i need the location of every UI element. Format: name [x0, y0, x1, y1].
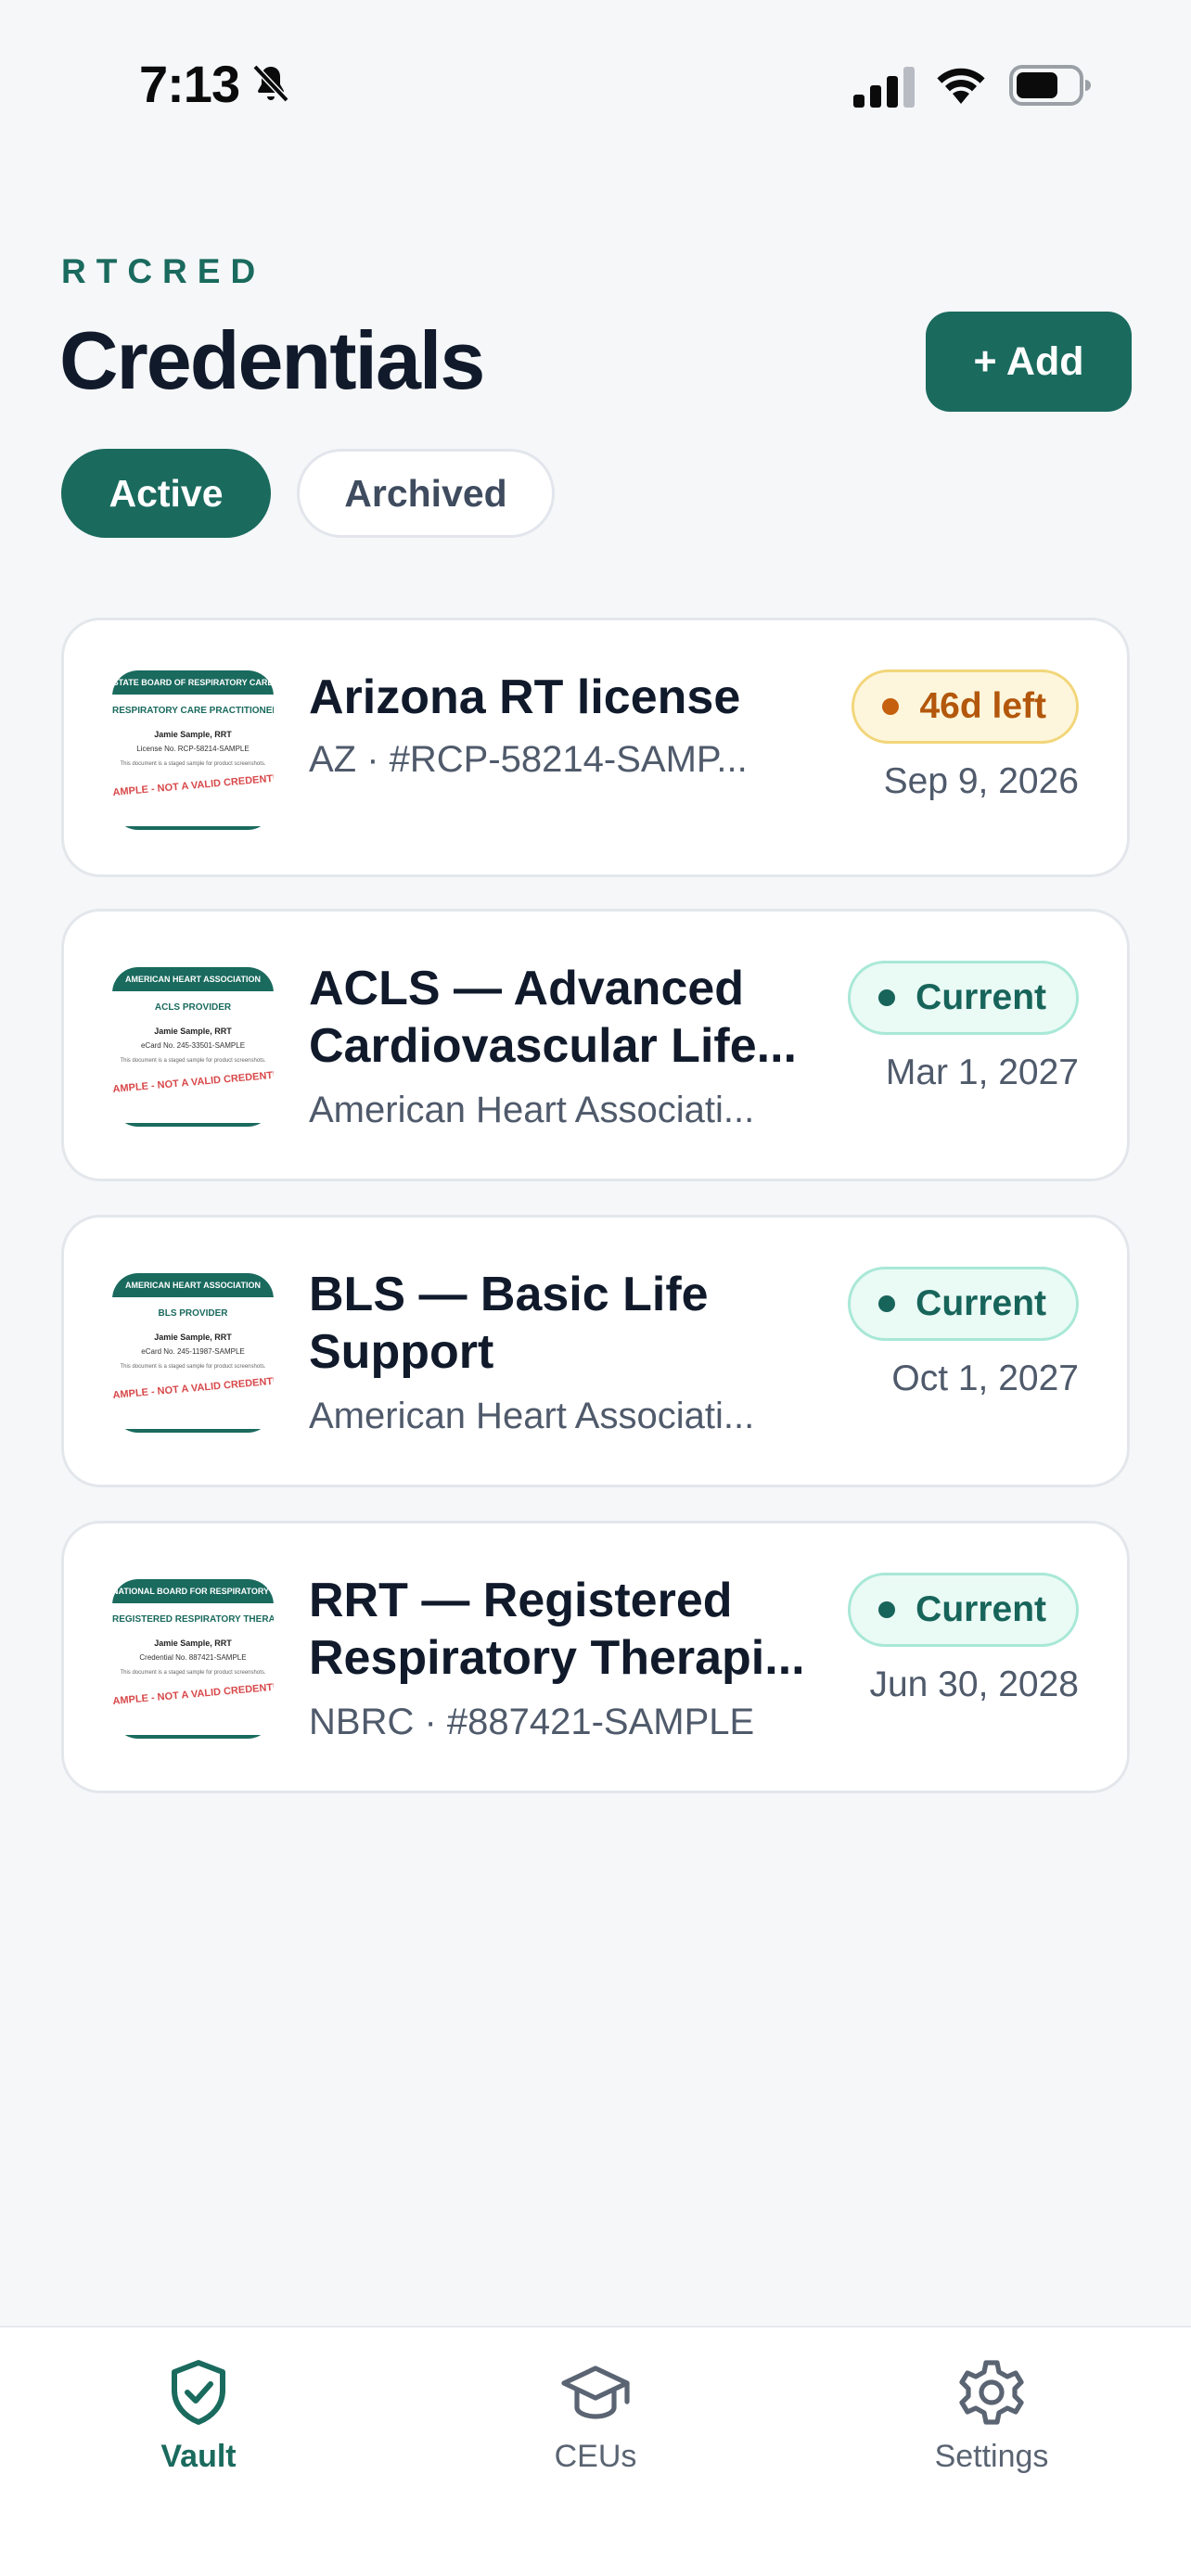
- thumbnail-fine-print: This document is a staged sample for pro…: [120, 1364, 266, 1370]
- status-badge-label: Current: [916, 1283, 1046, 1323]
- thumbnail-sample-stamp: SAMPLE - NOT A VALID CREDENTIAL: [112, 1374, 274, 1402]
- thumbnail-header: STATE BOARD OF RESPIRATORY CARE: [112, 670, 274, 695]
- bottom-tab-bar: Vault CEUs Settings: [0, 2326, 1191, 2576]
- expiration-date: Mar 1, 2027: [885, 1052, 1079, 1092]
- thumbnail-name: Jamie Sample, RRT: [154, 730, 232, 739]
- thumbnail-number: Credential No. 887421-SAMPLE: [139, 1653, 247, 1662]
- thumbnail-fine-print: This document is a staged sample for pro…: [120, 761, 266, 767]
- gear-icon: [959, 2360, 1024, 2425]
- credential-thumbnail: AMERICAN HEART ASSOCIATION ACLS PROVIDER…: [112, 967, 274, 1127]
- tab-active[interactable]: Active: [61, 449, 271, 538]
- expiration-date: Jun 30, 2028: [869, 1664, 1079, 1704]
- add-credential-button[interactable]: + Add: [926, 312, 1132, 412]
- thumbnail-name: Jamie Sample, RRT: [154, 1639, 232, 1648]
- nav-item-ceus[interactable]: CEUs: [484, 2355, 707, 2475]
- credential-subtitle: AZ · #RCP-58214-SAMP...: [309, 739, 748, 780]
- battery-icon: [1009, 65, 1091, 106]
- thumbnail-name: Jamie Sample, RRT: [154, 1333, 232, 1342]
- credential-subtitle: American Heart Associati...: [309, 1396, 755, 1436]
- thumbnail-subtitle: BLS PROVIDER: [158, 1308, 228, 1319]
- thumbnail-sample-stamp: SAMPLE - NOT A VALID CREDENTIAL: [112, 772, 274, 799]
- credential-title: BLS — Basic Life Support: [309, 1268, 709, 1379]
- status-badge-label: 46d left: [919, 686, 1046, 726]
- status-dot: [882, 698, 900, 715]
- thumbnail-subtitle: RESPIRATORY CARE PRACTITIONER LICENSE: [112, 706, 274, 716]
- credential-title: RRT — Registered Respiratory Therapi...: [309, 1574, 805, 1685]
- thumbnail-number: eCard No. 245-33501-SAMPLE: [140, 1041, 246, 1050]
- credential-title: Arizona RT license: [309, 670, 741, 724]
- status-badge-current: Current: [848, 1267, 1079, 1341]
- thumbnail-footer-line: [120, 1123, 266, 1127]
- nav-label-settings: Settings: [934, 2439, 1049, 2474]
- thumbnail-fine-print: This document is a staged sample for pro…: [120, 1058, 266, 1064]
- thumbnail-footer-line: [120, 1735, 266, 1739]
- thumbnail-name: Jamie Sample, RRT: [154, 1027, 232, 1036]
- credentials-screen: 7:13 RTCRED Credentials + Add Active Arc…: [0, 0, 1191, 2576]
- credential-thumbnail: NATIONAL BOARD FOR RESPIRATORY CARE REGI…: [112, 1579, 274, 1739]
- thumbnail-subtitle: ACLS PROVIDER: [154, 1002, 232, 1013]
- nav-item-settings[interactable]: Settings: [880, 2355, 1103, 2475]
- nav-label-vault: Vault: [160, 2439, 237, 2474]
- bell-off-icon: [252, 64, 289, 103]
- status-dot: [878, 1601, 896, 1618]
- credential-card-acls[interactable]: AMERICAN HEART ASSOCIATION ACLS PROVIDER…: [61, 909, 1130, 1181]
- credential-card-rrt[interactable]: NATIONAL BOARD FOR RESPIRATORY CARE REGI…: [61, 1521, 1130, 1793]
- credential-thumbnail: AMERICAN HEART ASSOCIATION BLS PROVIDER …: [112, 1273, 274, 1433]
- thumbnail-footer-line: [120, 826, 266, 830]
- thumbnail-subtitle: REGISTERED RESPIRATORY THERAPIST: [112, 1614, 274, 1625]
- thumbnail-fine-print: This document is a staged sample for pro…: [120, 1670, 266, 1676]
- page-title: Credentials: [59, 314, 485, 406]
- thumbnail-header: NATIONAL BOARD FOR RESPIRATORY CARE: [112, 1579, 274, 1603]
- nav-item-vault[interactable]: Vault: [87, 2355, 310, 2475]
- status-badge-current: Current: [848, 1573, 1079, 1647]
- shield-check-icon: [172, 2360, 225, 2425]
- credential-subtitle: NBRC · #887421-SAMPLE: [309, 1702, 755, 1742]
- thumbnail-sample-stamp: SAMPLE - NOT A VALID CREDENTIAL: [112, 1680, 274, 1708]
- cellular-signal-icon: [853, 67, 915, 108]
- status-badge-label: Current: [916, 977, 1046, 1017]
- expiration-date: Sep 9, 2026: [883, 761, 1079, 801]
- thumbnail-sample-stamp: SAMPLE - NOT A VALID CREDENTIAL: [112, 1068, 274, 1096]
- brand-label: RTCRED: [61, 252, 266, 290]
- credential-subtitle: American Heart Associati...: [309, 1090, 755, 1130]
- tab-archived[interactable]: Archived: [297, 449, 555, 538]
- thumbnail-footer-line: [120, 1429, 266, 1433]
- credential-card-arizona[interactable]: STATE BOARD OF RESPIRATORY CARE RESPIRAT…: [61, 618, 1130, 877]
- thumbnail-number: eCard No. 245-11987-SAMPLE: [141, 1347, 245, 1356]
- credential-card-bls[interactable]: AMERICAN HEART ASSOCIATION BLS PROVIDER …: [61, 1215, 1130, 1487]
- status-bar: 7:13: [0, 0, 1191, 167]
- status-time: 7:13: [139, 55, 240, 113]
- status-badge-expiring: 46d left: [852, 670, 1079, 744]
- credential-title: ACLS — Advanced Cardiovascular Life...: [309, 962, 797, 1073]
- graduation-cap-icon: [561, 2366, 630, 2419]
- status-dot: [878, 1295, 896, 1312]
- status-dot: [878, 989, 896, 1006]
- thumbnail-header: AMERICAN HEART ASSOCIATION: [112, 1273, 274, 1297]
- nav-label-ceus: CEUs: [554, 2439, 637, 2474]
- thumbnail-number: License No. RCP-58214-SAMPLE: [136, 745, 250, 753]
- credential-thumbnail: STATE BOARD OF RESPIRATORY CARE RESPIRAT…: [112, 670, 274, 830]
- status-badge-current: Current: [848, 961, 1079, 1035]
- expiration-date: Oct 1, 2027: [891, 1358, 1079, 1398]
- wifi-icon: [937, 68, 985, 104]
- thumbnail-header: AMERICAN HEART ASSOCIATION: [112, 967, 274, 991]
- status-badge-label: Current: [916, 1589, 1046, 1629]
